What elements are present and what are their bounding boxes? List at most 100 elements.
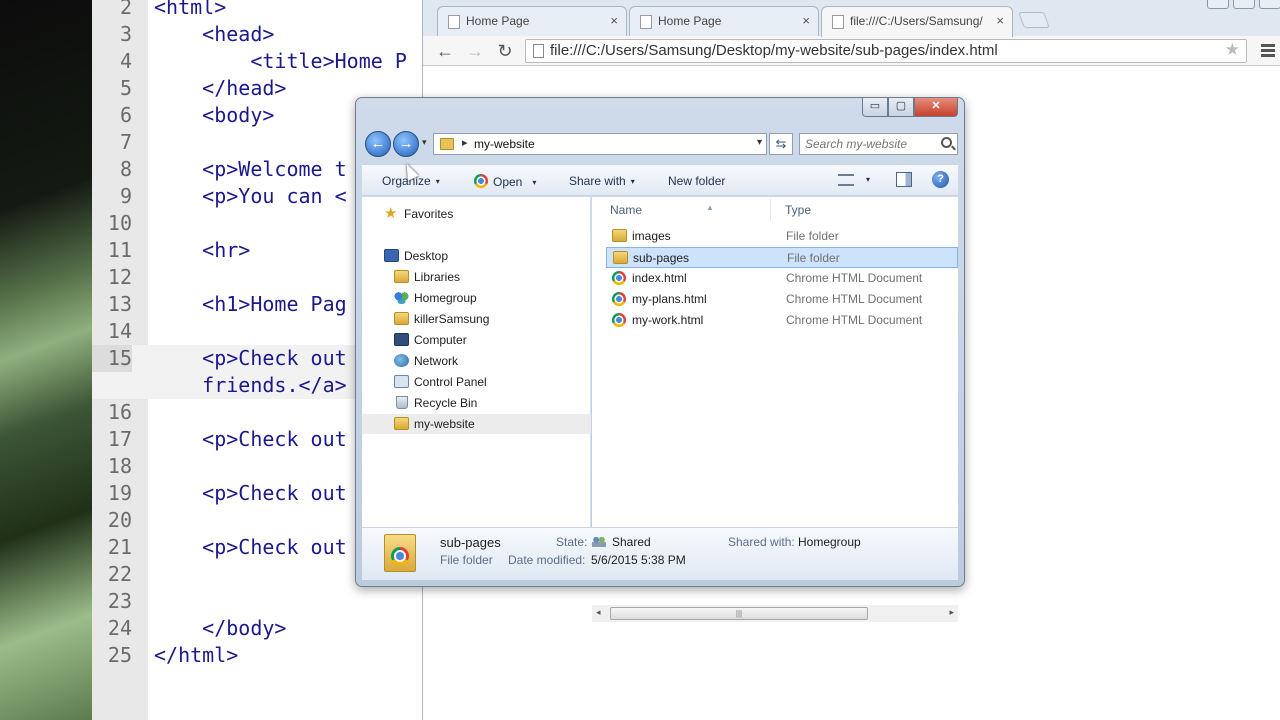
nav-label: Favorites xyxy=(404,207,454,221)
folder-icon xyxy=(613,251,628,264)
code-line[interactable]: 4 <title>Home P xyxy=(92,48,422,75)
file-row[interactable]: my-work.html Chrome HTML Document xyxy=(606,310,958,331)
browser-tab-active[interactable]: file:///C:/Users/Samsung/ × xyxy=(821,6,1013,37)
breadcrumb-separator[interactable]: ▸ xyxy=(462,136,468,149)
new-folder-button[interactable]: New folder xyxy=(668,174,725,188)
details-date-value: 5/6/2015 5:38 PM xyxy=(591,553,686,567)
help-icon[interactable]: ? xyxy=(932,171,949,188)
nav-item-network[interactable]: Network xyxy=(362,351,591,371)
file-row[interactable]: images File folder xyxy=(606,226,958,247)
back-button[interactable]: ← xyxy=(365,131,391,157)
libraries-icon xyxy=(394,270,409,283)
tab-title: file:///C:/Users/Samsung/ xyxy=(850,14,983,28)
search-input[interactable] xyxy=(805,137,935,151)
details-pane: sub-pages File folder State: Shared Date… xyxy=(362,527,958,580)
file-row[interactable]: index.html Chrome HTML Document xyxy=(606,268,958,289)
code-line[interactable]: 3 <head> xyxy=(92,21,422,48)
line-number: 12 xyxy=(107,265,132,289)
menu-icon[interactable] xyxy=(1261,44,1275,59)
view-options-icon[interactable] xyxy=(838,174,854,186)
maximize-button[interactable]: ▢ xyxy=(888,98,914,117)
file-list-pane: Name ▲ Type images File folder sub-pages Fi… xyxy=(592,197,958,622)
chevron-down-icon: ▾ xyxy=(435,177,440,187)
close-tab-icon[interactable]: × xyxy=(610,13,618,28)
back-button[interactable]: ← xyxy=(433,39,457,63)
maximize-button[interactable] xyxy=(1259,0,1280,9)
search-icon[interactable] xyxy=(941,137,952,148)
desktop-icon xyxy=(384,249,399,262)
code-line[interactable]: 23 xyxy=(92,588,422,615)
nav-item-libraries[interactable]: Libraries xyxy=(362,267,591,287)
scroll-right-icon[interactable]: ▸ xyxy=(949,607,954,618)
bookmark-star-icon[interactable]: ★ xyxy=(1225,40,1240,60)
page-icon xyxy=(832,15,844,29)
address-bar[interactable]: file:///C:/Users/Samsung/Desktop/my-webs… xyxy=(525,39,1247,63)
close-tab-icon[interactable]: × xyxy=(802,13,810,28)
reload-button[interactable]: ↻ xyxy=(493,39,517,63)
nav-item-homegroup[interactable]: Homegroup xyxy=(362,288,591,308)
column-header-name[interactable]: Name ▲ xyxy=(610,203,714,217)
minimize-button[interactable]: ▭ xyxy=(862,98,888,117)
close-tab-icon[interactable]: × xyxy=(996,13,1004,28)
browser-tab[interactable]: Home Page × xyxy=(437,6,627,36)
nav-item-user[interactable]: killerSamsung xyxy=(362,309,591,329)
nav-item-recycle-bin[interactable]: Recycle Bin xyxy=(362,393,591,413)
nav-label: Computer xyxy=(414,333,467,347)
nav-item-my-website[interactable]: my-website xyxy=(362,414,591,434)
nav-item-desktop[interactable]: Desktop xyxy=(362,246,591,266)
address-dropdown-icon[interactable]: ▾ xyxy=(757,137,762,148)
new-tab-button[interactable] xyxy=(1018,12,1050,28)
code-text: <title>Home P xyxy=(154,49,407,73)
details-kind: File folder xyxy=(440,553,493,567)
nav-item-control-panel[interactable]: Control Panel xyxy=(362,372,591,392)
forward-button[interactable]: → xyxy=(463,39,487,63)
nav-label: killerSamsung xyxy=(414,312,490,326)
line-number: 15 xyxy=(92,345,132,372)
code-text: <body> xyxy=(154,103,275,127)
share-with-button[interactable]: Share with ▾ xyxy=(569,174,635,188)
column-header-type[interactable]: Type xyxy=(785,203,811,217)
breadcrumb[interactable]: my-website xyxy=(474,137,535,151)
file-row[interactable]: sub-pages File folder xyxy=(606,247,958,268)
preview-pane-icon[interactable] xyxy=(896,172,912,187)
open-button[interactable]: Open ▾ xyxy=(474,174,536,189)
code-line[interactable]: 25 </html> xyxy=(92,642,422,669)
scroll-left-icon[interactable]: ◂ xyxy=(596,607,601,618)
code-line[interactable]: 24 </body> xyxy=(92,615,422,642)
user-button[interactable] xyxy=(1207,0,1229,9)
code-text: <p>You can < xyxy=(154,184,347,208)
column-label: Name xyxy=(610,203,643,217)
scrollbar-thumb[interactable]: ||| xyxy=(610,607,868,620)
url-text: file:///C:/Users/Samsung/Desktop/my-webs… xyxy=(550,42,998,59)
folder-icon xyxy=(612,229,627,242)
column-divider[interactable] xyxy=(770,199,771,221)
nav-item-computer[interactable]: Computer xyxy=(362,330,591,350)
browser-tab[interactable]: Home Page × xyxy=(629,6,819,36)
minimize-button[interactable] xyxy=(1233,0,1255,9)
close-button[interactable]: ✕ xyxy=(914,98,958,117)
refresh-button[interactable]: ⇆ xyxy=(769,133,793,155)
recent-pages-dropdown[interactable]: ▾ xyxy=(422,137,427,148)
nav-label: Recycle Bin xyxy=(414,396,478,410)
chrome-icon xyxy=(474,174,488,188)
horizontal-scrollbar[interactable]: ◂ ||| ▸ xyxy=(592,605,958,622)
nav-item-favorites[interactable]: ★ Favorites xyxy=(362,204,591,224)
nav-label: Homegroup xyxy=(414,291,477,305)
file-type: File folder xyxy=(786,229,839,243)
chrome-document-icon xyxy=(612,271,626,285)
tab-strip: Home Page × Home Page × file:///C:/Users… xyxy=(423,0,1280,37)
folder-icon xyxy=(394,417,409,430)
browser-toolbar: ← → ↻ file:///C:/Users/Samsung/Desktop/m… xyxy=(423,36,1280,66)
file-row[interactable]: my-plans.html Chrome HTML Document xyxy=(606,289,958,310)
line-number: 6 xyxy=(119,103,132,127)
forward-button[interactable]: → xyxy=(393,131,419,157)
explorer-address-bar[interactable]: ▸ my-website ▾ xyxy=(433,133,767,155)
search-box[interactable] xyxy=(799,133,958,155)
code-line[interactable]: 2 <html> xyxy=(92,0,422,21)
line-number: 17 xyxy=(107,427,132,451)
code-text: </body> xyxy=(154,616,287,640)
window-controls xyxy=(1203,0,1280,9)
state-text: Shared xyxy=(612,535,651,549)
chevron-down-icon[interactable]: ▾ xyxy=(866,175,870,184)
recycle-bin-icon xyxy=(396,396,408,409)
